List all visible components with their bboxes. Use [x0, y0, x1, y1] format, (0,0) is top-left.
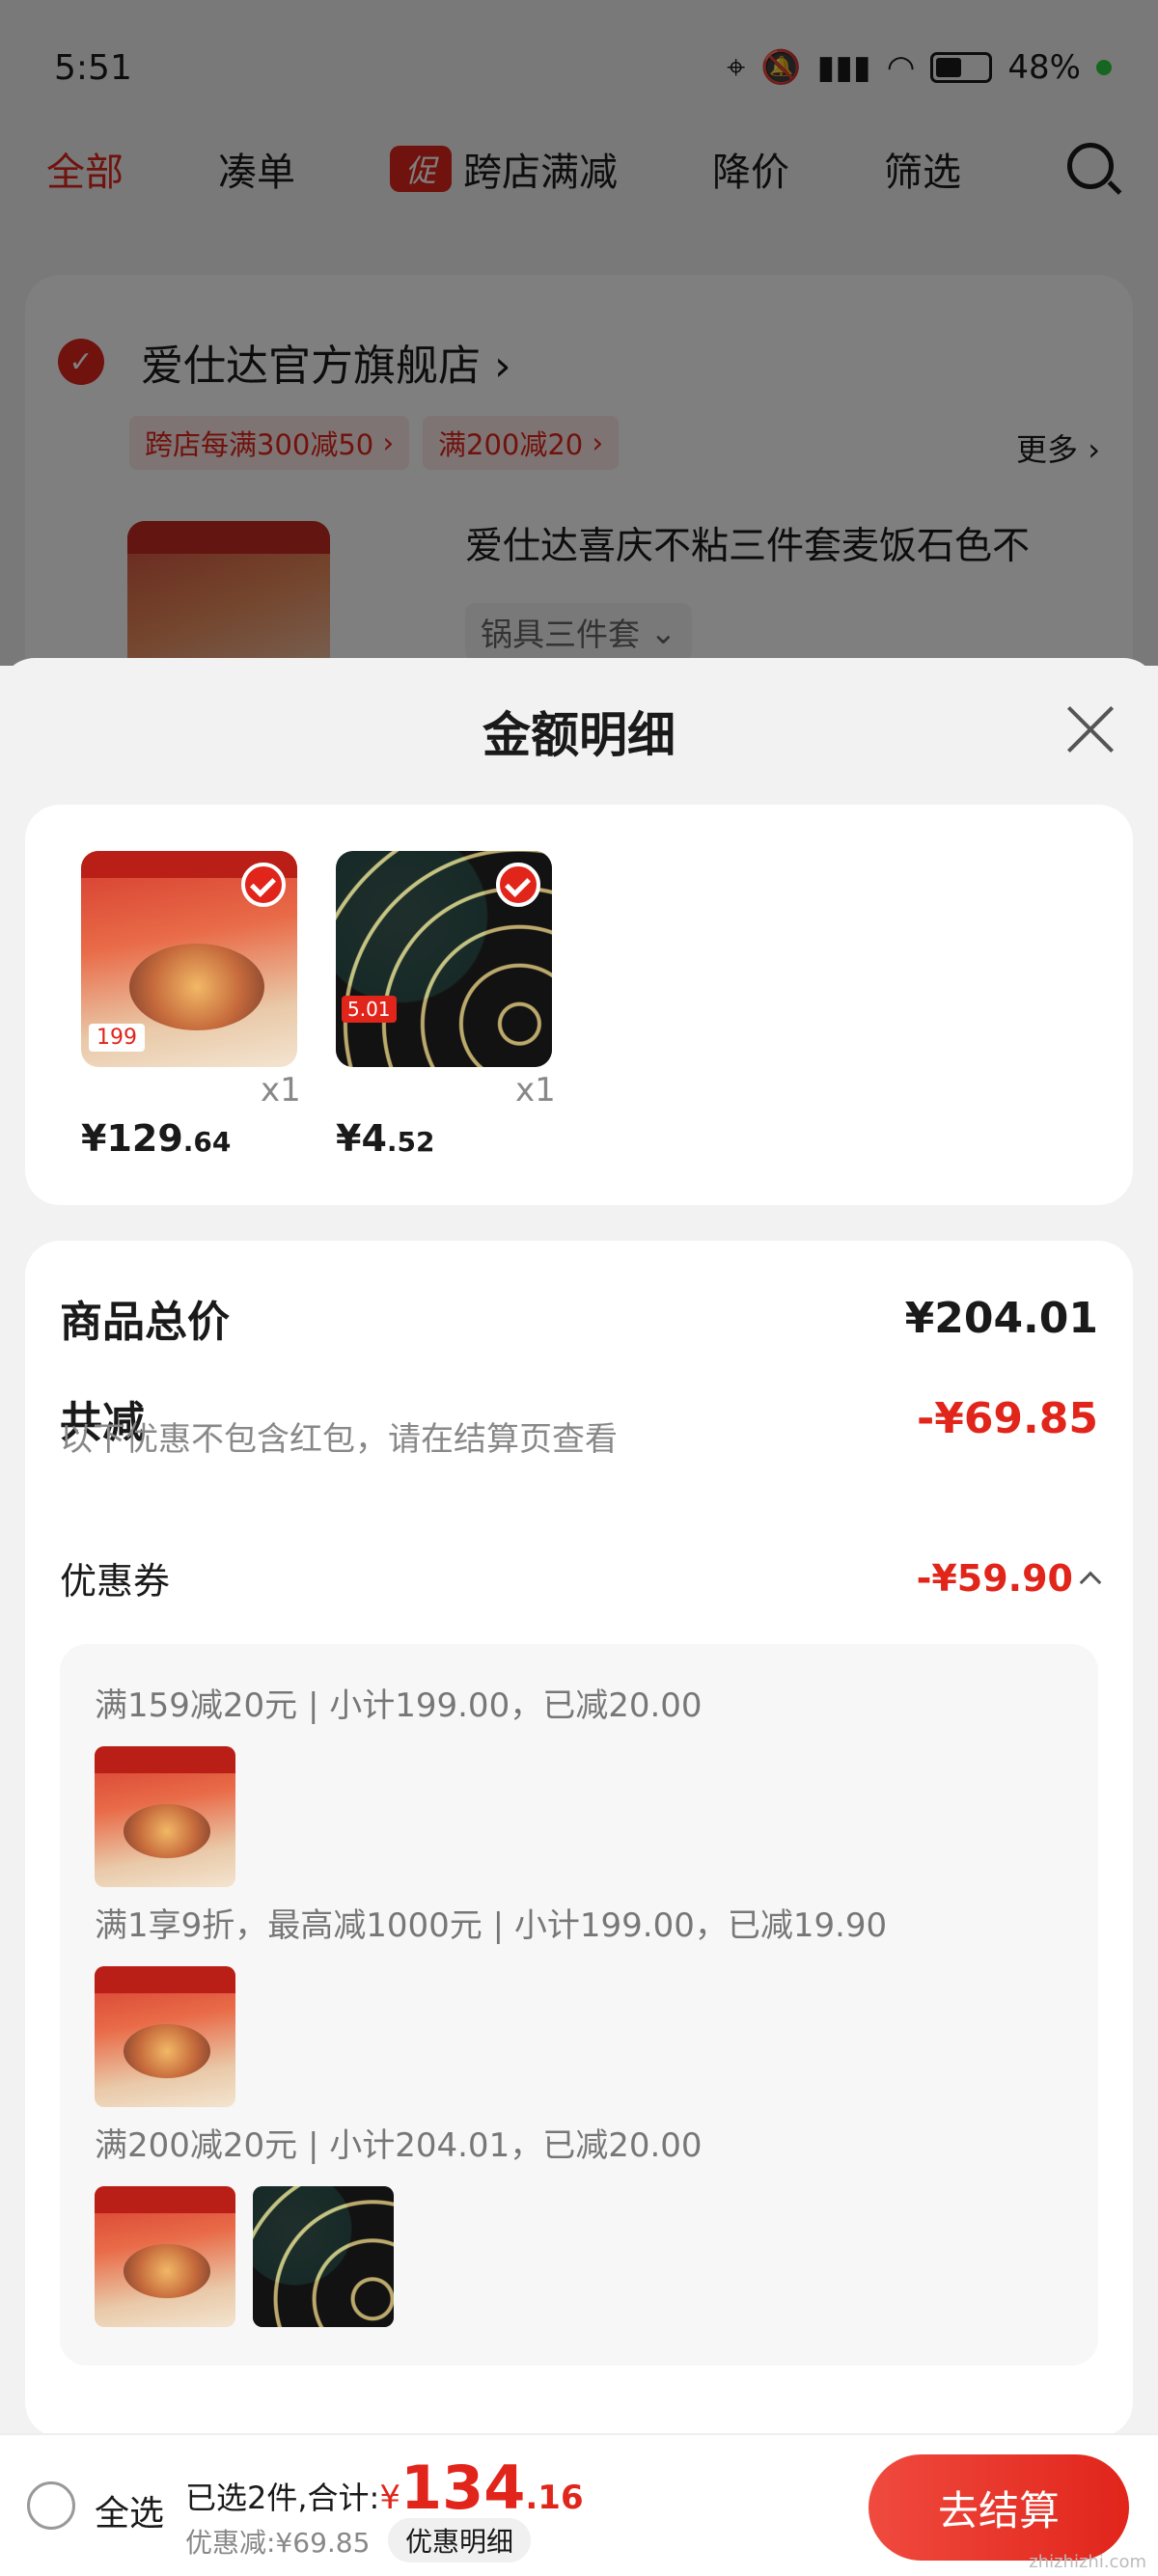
chevron-up-icon: [1079, 1571, 1102, 1593]
product-thumbnail: [253, 2186, 394, 2327]
product-thumbnail: [95, 1746, 235, 1887]
select-all-checkbox[interactable]: [27, 2481, 75, 2530]
selected-item[interactable]: 199 ¥129.64: [81, 851, 297, 1160]
selected-item[interactable]: 5.01 ¥4.52: [336, 851, 552, 1160]
checkout-button[interactable]: 去结算: [868, 2454, 1129, 2561]
total-amount: 134: [400, 2453, 526, 2523]
watermark: zhizhizhi.com: [1029, 2552, 1146, 2572]
coupon-label: 优惠券: [60, 1560, 171, 1603]
checked-icon: [241, 863, 286, 907]
total-price-value: ¥204.01: [904, 1293, 1098, 1343]
total-price-label: 商品总价: [60, 1298, 230, 1347]
coupon-breakdown: 满159减20元 | 小计199.00，已减20.00 满1享9折，最高减100…: [60, 1644, 1098, 2366]
select-all-label[interactable]: 全选: [95, 2485, 164, 2535]
checked-icon: [496, 863, 540, 907]
item-quantity: x1: [261, 1071, 301, 1110]
product-thumbnail: [95, 2186, 235, 2327]
amount-detail-sheet: 金额明细 199 ¥129.64 x1 5.01 ¥4.52 x1 商品总价 ¥…: [0, 658, 1158, 2437]
order-summary: 已选2件,合计: ¥ 134 .16: [185, 2453, 584, 2523]
coupon-row[interactable]: 优惠券 -¥59.90: [60, 1551, 1102, 1604]
total-discount-value: -¥69.85: [916, 1393, 1098, 1443]
discount-detail-button[interactable]: 优惠明细: [388, 2518, 532, 2562]
discount-note: 以下优惠不包含红包，请在结算页查看: [60, 1420, 618, 1459]
coupon-value: -¥59.90: [917, 1557, 1102, 1600]
modal-backdrop[interactable]: [0, 0, 1158, 666]
item-quantity: x1: [515, 1071, 556, 1110]
product-thumbnail: 5.01: [336, 851, 552, 1067]
product-thumbnail: 199: [81, 851, 297, 1067]
sheet-title: 金额明细: [482, 707, 676, 763]
item-price: ¥4.52: [336, 1117, 435, 1160]
coupon-rule: 满200减20元 | 小计204.01，已减20.00: [95, 2126, 703, 2165]
price-detail-card: 商品总价 ¥204.01 共减 -¥69.85 以下优惠不包含红包，请在结算页查…: [25, 1241, 1133, 2437]
close-icon[interactable]: [1063, 702, 1117, 756]
total-price-row: 商品总价 ¥204.01: [60, 1287, 1098, 1349]
coupon-rule: 满1享9折，最高减1000元 | 小计199.00，已减19.90: [95, 1906, 888, 1945]
coupon-rule: 满159减20元 | 小计199.00，已减20.00: [95, 1686, 703, 1725]
checkout-bar: 全选 已选2件,合计: ¥ 134 .16 优惠减:¥69.85 优惠明细 去结…: [0, 2433, 1158, 2576]
item-price: ¥129.64: [81, 1117, 232, 1160]
saved-amount: 优惠减:¥69.85: [185, 2527, 371, 2559]
product-thumbnail: [95, 1966, 235, 2107]
selected-items-card: 199 ¥129.64 x1 5.01 ¥4.52 x1: [25, 805, 1133, 1205]
